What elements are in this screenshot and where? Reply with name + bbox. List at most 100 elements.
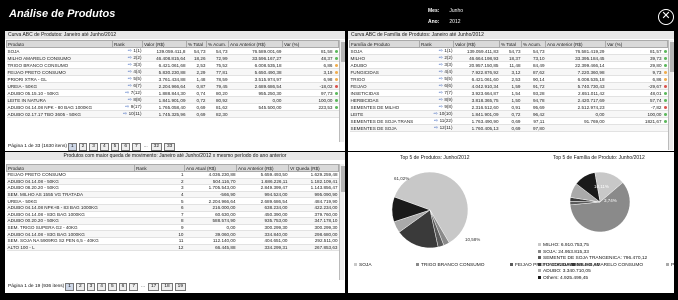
column-header[interactable]: Valor (R$): [453, 40, 500, 48]
table-row[interactable]: ADUBO 00.20.20 - 50KG 8 588.574,90 935.753,…: [6, 217, 339, 225]
abc-produtos-scrollbar[interactable]: [339, 40, 345, 142]
atual-cell: 4.036.230,88: [184, 171, 237, 179]
column-header[interactable]: Produto: [6, 164, 135, 172]
produto-cell: UREIA - 50KG: [6, 197, 135, 205]
column-header[interactable]: Rank: [112, 40, 143, 48]
page-button[interactable]: 3: [89, 143, 98, 151]
column-header[interactable]: % Total: [499, 40, 522, 48]
table-row[interactable]: PRIORI XTRA - GL ⇨ 5(5) 3.761.434,88 1,48 78…: [6, 75, 339, 83]
table-row[interactable]: ADUBO ⇨ 3(3) 20.957.150,85 11,48 84,49 22.399…: [349, 61, 668, 69]
column-header[interactable]: Rank: [419, 40, 454, 48]
month-filter[interactable]: Mes: Junho: [428, 8, 463, 14]
page-button[interactable]: 18: [161, 283, 173, 291]
column-header[interactable]: Família de Produto: [349, 40, 420, 48]
scrollbar-thumb[interactable]: [340, 42, 345, 62]
page-button[interactable]: 1: [65, 283, 74, 291]
table-row[interactable]: ADUBO 04.14.08 - 50KG 2 504.116,70 1.686.22…: [6, 178, 339, 186]
column-header[interactable]: Ano Anterior (R$): [545, 40, 606, 48]
scrollbar-thumb[interactable]: [340, 166, 345, 192]
table-row[interactable]: FEIJAO PRETO CONSUMO ⇨ 4(4) 5.830.230,88 2,…: [6, 68, 339, 76]
var-value: 57,74: [650, 97, 662, 103]
table-row[interactable]: MILHO ⇨ 2(2) 46.664.198,93 18,37 73,10 33.395…: [349, 54, 668, 62]
table-row[interactable]: UREIA - 50KG 5 2.204.966,64 2.689.686,54 484…: [6, 197, 339, 205]
column-header[interactable]: % Total: [186, 40, 207, 48]
close-button[interactable]: ✕: [658, 9, 674, 25]
year-value[interactable]: 2012: [449, 19, 460, 25]
table-row[interactable]: ADUBO 04.14.08 NPK+B - 83 BAG 1000KG 6 216…: [6, 204, 339, 212]
table-row[interactable]: FEIJAO ⇨ 6(6) 4.042.910,34 1,59 91,72 5.740.7…: [349, 82, 668, 90]
var-cell: 97,73: [282, 89, 339, 97]
column-header[interactable]: Ano Anterior (R$): [236, 164, 289, 172]
table-row[interactable]: FUNGICIDAS ⇨ 4(4) 7.922.876,92 3,12 87,62 7.2…: [349, 68, 668, 76]
column-header[interactable]: Var (%): [282, 40, 339, 48]
column-header[interactable]: Var (%): [605, 40, 668, 48]
table-row[interactable]: UREIA - 50KG ⇨ 6(7) 2.204.966,64 0,87 79,45 2…: [6, 82, 339, 90]
column-header[interactable]: Valor (R$): [142, 40, 187, 48]
page-button[interactable]: 5: [107, 283, 117, 291]
table-row[interactable]: SOJA ⇨ 1(1) 139.059.411,8 54,73 54,73 76.589.…: [6, 47, 339, 55]
page-button[interactable]: 7: [129, 283, 138, 291]
table-row[interactable]: FEIJAO PRETO CONSUMO 1 4.036.230,88 5.659.4…: [6, 171, 339, 179]
table-row[interactable]: ADUBO 04.14.08 - 83G BAG 1000KG 7 60.630,0…: [6, 211, 339, 219]
page-button[interactable]: 6: [121, 143, 130, 151]
table-row[interactable]: ADUBO 04.14.08 NPK - 80 BAG 1000KG ⇨ 9(17…: [6, 103, 339, 111]
atual-cell: 2.204.966,64: [184, 197, 237, 205]
ant-cell: 2.689.686,54: [228, 82, 283, 90]
page-button[interactable]: 1: [67, 143, 77, 151]
table-row[interactable]: MILHO AMARELO CONSUMO ⇨ 2(2) 46.408.815,64…: [6, 54, 339, 62]
rank-value: 2(2): [444, 55, 453, 60]
page-button[interactable]: 33: [164, 143, 176, 151]
column-header[interactable]: % Acum.: [521, 40, 546, 48]
abc-produtos-title: Curva ABC de Produtos: Janeiro até Junho…: [5, 31, 345, 39]
valor-cell: 3.923.664,87: [453, 89, 500, 97]
page-button[interactable]: 2: [78, 143, 88, 151]
table-row[interactable]: ADUBO 08.20.20 - 50KG 3 1.705.543,00 2.849.…: [6, 184, 339, 192]
table-row[interactable]: ADUBO 05.15.10 - 50KG ⇨ 7(12) 1.888.844,30…: [6, 89, 339, 97]
page-button[interactable]: 32: [150, 143, 162, 151]
ant-cell: 6.008.535,18: [545, 75, 606, 83]
table-row[interactable]: TRIGO BRANCO CONSUMO ⇨ 3(3) 6.421.061,68 2,…: [6, 61, 339, 69]
rank-cell: ⇨ 5(5): [112, 75, 143, 83]
queda-cell: 300.299,30: [288, 224, 339, 232]
column-header[interactable]: Rank: [134, 164, 185, 172]
page-button[interactable]: 17: [147, 283, 160, 291]
table-row[interactable]: SEM. MILHO AS 1555 VG TRATADA 4 -566,90 994…: [6, 191, 339, 199]
queda-cell: 1.629.259,48: [288, 171, 339, 179]
column-header[interactable]: Vr Queda (R$): [288, 164, 339, 172]
table-row[interactable]: SEM. SOJA NA 5909RG S2 PEN 6,5 - 40KG 11 1…: [6, 237, 339, 245]
table-row[interactable]: ADUBO 02.17.17 TBO 3605 - 50KG ⇨ 10(11) 1.…: [6, 110, 339, 118]
page-button[interactable]: 4: [99, 143, 109, 151]
month-value[interactable]: Junho: [449, 8, 463, 14]
table-row[interactable]: HERBICIDAS ⇨ 8(9) 3.818.365,75 1,50 94,78 2.4…: [349, 96, 668, 104]
year-filter[interactable]: Ano: 2012: [428, 19, 461, 25]
table-row[interactable]: ALTO 100 - L 12 66.445,88 334.299,31 267.853…: [6, 244, 339, 252]
page-button[interactable]: 5: [110, 143, 120, 151]
page-button[interactable]: 7: [131, 143, 141, 151]
table-row[interactable]: LEITE ⇨ 10(10) 1.841.901,09 0,72 96,42 0,00 10…: [349, 110, 668, 118]
page-button[interactable]: 3: [86, 283, 96, 291]
page-button[interactable]: 6: [118, 283, 128, 291]
table-row[interactable]: SEM. TRIGO SUPERA G2 - 40KG 9 0,00 300.299,…: [6, 224, 339, 232]
table-row[interactable]: SOJA ⇨ 1(1) 139.059.411,83 54,73 54,73 76.581…: [349, 47, 668, 55]
rank-value: 6(7): [133, 83, 142, 88]
column-header[interactable]: Ano Atual (R$): [184, 164, 237, 172]
page-button[interactable]: 2: [75, 283, 85, 291]
table-row[interactable]: INSETICIDAS ⇨ 7(7) 3.923.664,87 1,54 93,28 2.…: [349, 89, 668, 97]
table-row[interactable]: SEMENTES DE SOJA TRANS ⇨ 11(22) 1.763.490,…: [349, 117, 668, 125]
page-button[interactable]: 4: [97, 283, 106, 291]
column-header[interactable]: Ano Anterior (R$): [228, 40, 283, 48]
legend-swatch: [354, 263, 357, 267]
scrollbar-thumb[interactable]: [669, 42, 674, 72]
abc-familias-scrollbar[interactable]: [668, 40, 674, 150]
atual-cell: 1.705.543,00: [184, 184, 237, 192]
table-row[interactable]: TRIGO ⇨ 5(5) 6.421.061,60 2,53 90,14 6.008.53…: [349, 75, 668, 83]
queda-scrollbar[interactable]: [339, 164, 345, 280]
legend-label: Others: 4.925.499,45: [543, 275, 589, 281]
table-row[interactable]: SEMENTES DE SOJA ⇨ 12(11) 1.760.405,13 0,69…: [349, 124, 668, 132]
table-row[interactable]: LEITE IN NATURA ⇨ 8(8) 1.841.901,09 0,72 80,…: [6, 96, 339, 104]
column-header[interactable]: % Acum.: [206, 40, 229, 48]
column-header[interactable]: Produto: [6, 40, 113, 48]
table-row[interactable]: SEMENTES DE MILHO ⇨ 9(8) 2.316.512,60 0,91 9…: [349, 103, 668, 111]
table-row[interactable]: ADUBO 04.14.08 - 83G BAG 1000KG 10 39.060,…: [6, 230, 339, 238]
page-button[interactable]: 19: [174, 283, 187, 291]
